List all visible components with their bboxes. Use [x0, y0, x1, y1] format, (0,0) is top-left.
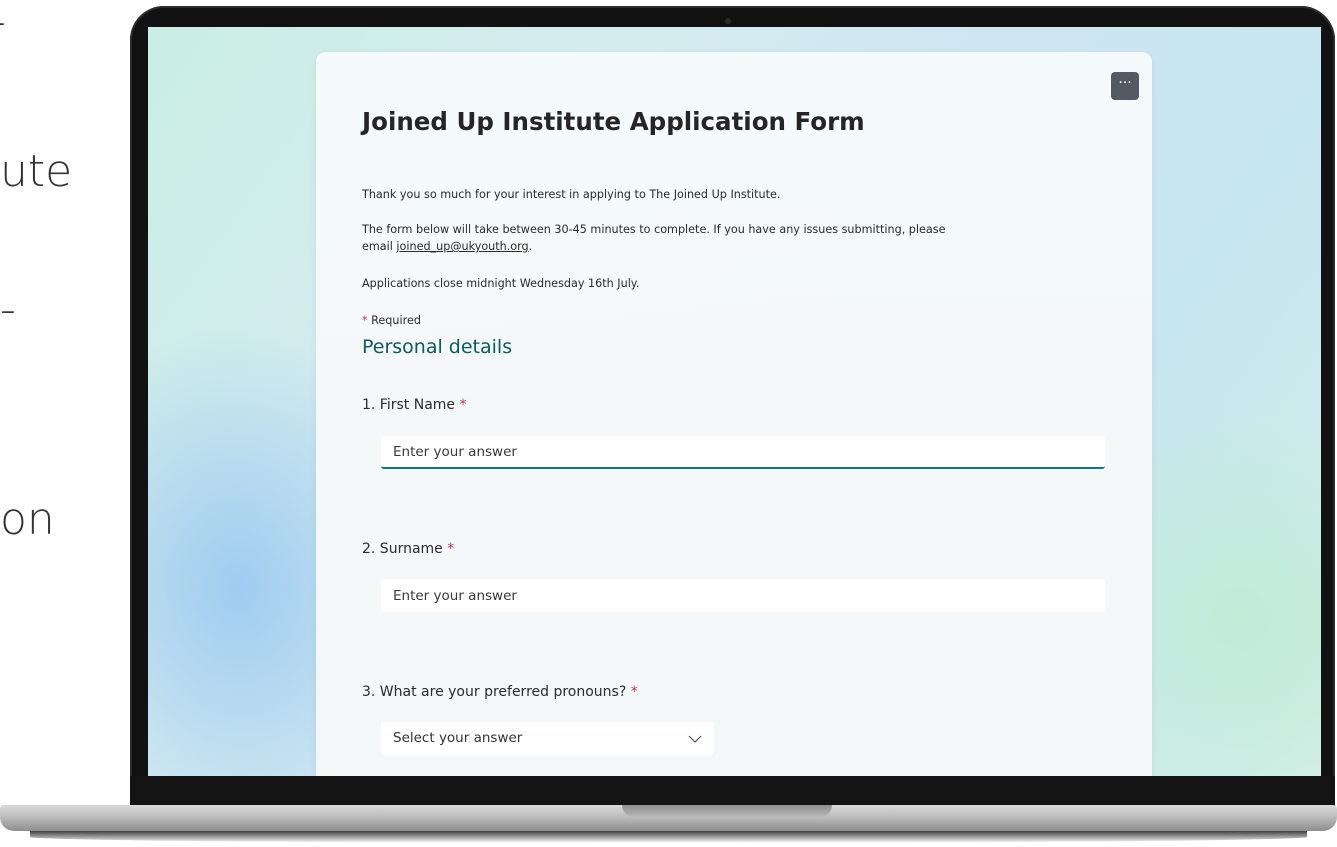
more-options-button[interactable]: ···	[1111, 72, 1139, 100]
intro-text: The form below will take between 30-45 m…	[362, 223, 946, 236]
required-asterisk: *	[362, 314, 368, 327]
laptop-shadow	[30, 831, 1307, 843]
question-text: 2. Surname	[362, 541, 443, 557]
first-name-input[interactable]	[381, 436, 1105, 469]
required-label: Required	[371, 314, 421, 327]
deadline-text: Applications close midnight Wednesday 16…	[362, 277, 640, 290]
intro-email-line: email joined_up@ukyouth.org.	[362, 238, 532, 255]
slide-edge-text: on	[0, 494, 55, 545]
form-card: ··· Joined Up Institute Application Form…	[316, 52, 1152, 776]
camera-icon	[725, 18, 731, 24]
chevron-down-icon	[688, 735, 702, 743]
required-asterisk: *	[447, 541, 455, 557]
more-icon: ···	[1118, 75, 1132, 91]
required-asterisk: *	[630, 684, 638, 700]
slide-edge-text: ute	[0, 146, 73, 197]
laptop-notch	[622, 805, 832, 817]
slide-edge-text: -	[0, 284, 16, 335]
question-text: 1. First Name	[362, 397, 456, 413]
intro-email-prefix: email	[362, 240, 397, 253]
laptop-screen: ··· Joined Up Institute Application Form…	[148, 27, 1321, 776]
question-label-surname: 2. Surname *	[362, 541, 454, 557]
email-link[interactable]: joined_up@ukyouth.org	[396, 240, 528, 253]
question-label-first-name: 1. First Name *	[362, 397, 466, 413]
pronouns-dropdown[interactable]: Select your answer	[381, 722, 714, 755]
slide-edge-text: -	[0, 0, 6, 44]
question-text: 3. What are your preferred pronouns?	[362, 684, 627, 700]
required-asterisk: *	[459, 397, 467, 413]
required-note: * Required	[362, 312, 421, 329]
form-title: Joined Up Institute Application Form	[362, 107, 865, 136]
intro-email-suffix: .	[528, 240, 533, 253]
intro-text: Thank you so much for your interest in a…	[362, 188, 781, 201]
dropdown-value: Select your answer	[393, 730, 523, 746]
slide: - ute - on ··· Joined Up Institute Appli…	[0, 0, 1337, 847]
surname-input[interactable]	[381, 579, 1105, 612]
question-label-pronouns: 3. What are your preferred pronouns? *	[362, 684, 638, 700]
section-title: Personal details	[362, 336, 513, 358]
